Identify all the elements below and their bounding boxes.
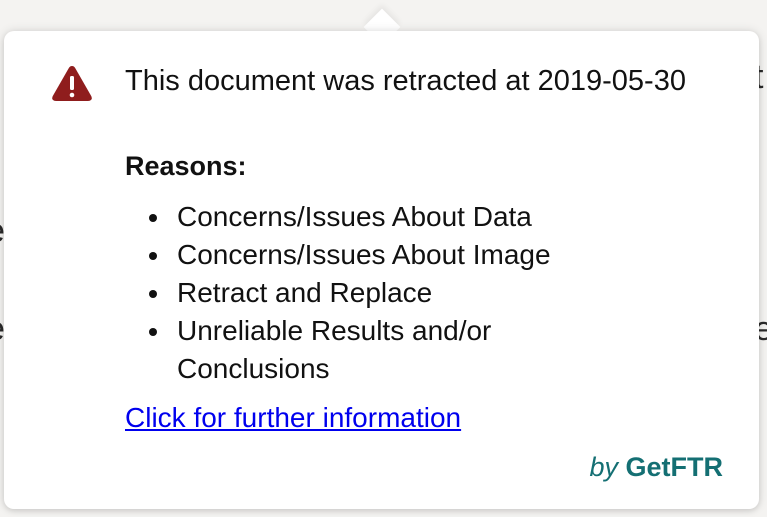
reason-text: Concerns/Issues About Image	[177, 239, 551, 270]
brand-by-text: by	[589, 452, 618, 482]
reason-text: Concerns/Issues About Data	[177, 201, 532, 232]
bullet-icon	[149, 252, 157, 260]
retraction-title: This document was retracted at 2019-05-3…	[125, 65, 686, 97]
reasons-heading: Reasons:	[125, 151, 247, 181]
list-item: Retract and Replace	[125, 274, 645, 312]
reason-text: Retract and Replace	[177, 277, 433, 308]
bullet-icon	[149, 328, 157, 336]
further-information-link[interactable]: Click for further information	[125, 402, 461, 434]
brand-name: GetFTR	[625, 452, 724, 482]
warning-triangle-icon	[52, 66, 92, 101]
list-item: Unreliable Results and/or Conclusions	[125, 312, 645, 388]
popover-caret-join	[355, 31, 411, 49]
reasons-list: Concerns/Issues About Data Concerns/Issu…	[125, 198, 645, 388]
list-item: Concerns/Issues About Data	[125, 198, 645, 236]
list-item: Concerns/Issues About Image	[125, 236, 645, 274]
bullet-icon	[149, 214, 157, 222]
getftr-branding: by GetFTR	[589, 452, 723, 483]
bullet-icon	[149, 290, 157, 298]
reason-text: Unreliable Results and/or Conclusions	[177, 315, 492, 384]
